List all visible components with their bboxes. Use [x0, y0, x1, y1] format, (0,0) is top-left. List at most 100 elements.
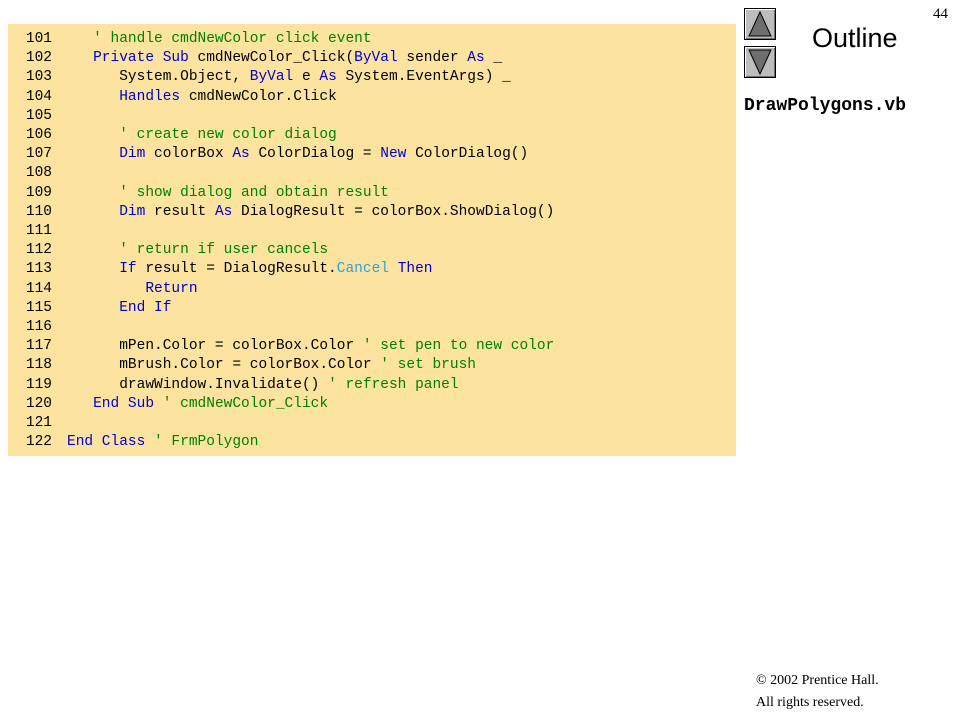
code-line: 104 Handles cmdNewColor.Click — [8, 88, 337, 107]
keyword-token: Then — [397, 261, 433, 278]
line-number: 122 — [25, 434, 52, 451]
file-name: DrawPolygons.vb — [744, 96, 907, 116]
line-number: 107 — [25, 146, 52, 163]
keyword-token: End Sub — [93, 395, 155, 412]
code-text: End Class ' FrmPolygon — [67, 433, 258, 452]
line-number: 106 — [25, 127, 52, 143]
code-listing: 101 ' handle cmdNewColor click event 102 … — [8, 24, 736, 456]
code-token: DialogResult = colorBox.ShowDialog() — [232, 203, 555, 220]
comment-token: ' handle cmdNewColor click event — [93, 31, 372, 47]
keyword-token: Dim — [119, 203, 146, 220]
code-line: 111 — [8, 222, 67, 241]
code-token: cmdNewColor_Click( — [188, 50, 355, 67]
keyword-token: As — [214, 203, 233, 220]
code-line: 101 ' handle cmdNewColor click event — [8, 30, 372, 49]
code-text: Dim result As DialogResult = colorBox.Sh… — [67, 203, 554, 222]
code-text: End If — [67, 299, 171, 318]
code-line: 102 Private Sub cmdNewColor_Click(ByVal … — [8, 49, 502, 68]
code-token: cmdNewColor.Click — [180, 88, 337, 105]
code-text: Handles cmdNewColor.Click — [67, 88, 337, 107]
code-line: 106 ' create new color dialog — [8, 126, 337, 145]
line-number: 119 — [25, 376, 52, 393]
next-slide-button[interactable] — [744, 46, 776, 78]
code-text: Dim colorBox As ColorDialog = New ColorD… — [67, 145, 528, 164]
keyword-token: As — [467, 50, 485, 67]
code-line: 108 — [8, 164, 67, 183]
code-text: Return — [67, 280, 198, 299]
copyright-notice: © 2002 Prentice Hall. All rights reserve… — [756, 670, 879, 714]
code-token: mBrush.Color = colorBox.Color — [119, 357, 381, 374]
code-line: 114 Return — [8, 280, 198, 299]
code-line: 113 If result = DialogResult.Cancel Then — [8, 260, 433, 279]
line-number: 117 — [25, 338, 52, 355]
code-text: System.Object, ByVal e As System.EventAr… — [67, 68, 511, 87]
code-token: colorBox — [145, 146, 233, 163]
code-token: System.EventArgs) _ — [336, 69, 511, 86]
member-token: Cancel — [336, 261, 389, 278]
code-line: 112 ' return if user cancels — [8, 241, 328, 260]
outline-title: Outline — [812, 23, 898, 53]
keyword-token: If — [119, 261, 137, 278]
code-token: drawWindow.Invalidate() — [119, 376, 329, 393]
comment-token: ' set pen to new color — [362, 338, 555, 355]
comment-token: ' return if user cancels — [119, 242, 329, 259]
keyword-token: End Class — [67, 434, 146, 451]
code-text: mBrush.Color = colorBox.Color ' set brus… — [67, 356, 476, 375]
line-number: 110 — [25, 203, 52, 220]
line-number: 115 — [25, 299, 52, 316]
keyword-token: End If — [119, 299, 172, 316]
line-number: 120 — [25, 395, 52, 412]
code-token: result = DialogResult. — [136, 261, 337, 278]
keyword-token: Return — [145, 280, 198, 297]
line-number: 112 — [25, 242, 52, 259]
code-token: e — [293, 69, 320, 86]
comment-token: ' show dialog and obtain result — [119, 184, 389, 201]
previous-slide-button[interactable] — [744, 8, 776, 40]
line-number: 121 — [25, 415, 52, 431]
code-line: 110 Dim result As DialogResult = colorBo… — [8, 203, 554, 222]
code-token: ColorDialog() — [406, 146, 529, 163]
comment-token: ' refresh panel — [328, 376, 459, 393]
copyright-line-1: © 2002 Prentice Hall. — [756, 673, 879, 688]
code-line: 109 ' show dialog and obtain result — [8, 184, 389, 203]
keyword-token: Handles — [119, 88, 181, 105]
keyword-token: ByVal — [249, 69, 294, 86]
line-number: 101 — [25, 31, 52, 47]
copyright-line-2: All rights reserved. — [756, 695, 864, 710]
keyword-token: As — [319, 69, 337, 86]
line-number: 105 — [25, 107, 52, 124]
line-number: 114 — [25, 280, 52, 297]
code-line: 121 — [8, 414, 67, 433]
code-line: 122 End Class ' FrmPolygon — [8, 433, 259, 452]
line-number: 108 — [25, 165, 52, 182]
line-number: 109 — [25, 184, 52, 201]
code-token: _ — [484, 50, 503, 67]
line-number: 103 — [25, 69, 52, 86]
code-text: Private Sub cmdNewColor_Click(ByVal send… — [67, 49, 502, 68]
triangle-down-icon — [748, 49, 772, 76]
code-line: 120 End Sub ' cmdNewColor_Click — [8, 395, 328, 414]
code-text: drawWindow.Invalidate() ' refresh panel — [67, 376, 459, 395]
code-token: mPen.Color = colorBox.Color — [119, 338, 363, 355]
line-number: 104 — [25, 88, 52, 105]
code-line: 118 mBrush.Color = colorBox.Color ' set … — [8, 356, 476, 375]
code-token: ColorDialog = — [249, 146, 381, 163]
code-line: 117 mPen.Color = colorBox.Color ' set pe… — [8, 337, 554, 356]
code-line: 119 drawWindow.Invalidate() ' refresh pa… — [8, 376, 459, 395]
code-text: mPen.Color = colorBox.Color ' set pen to… — [67, 337, 554, 356]
code-text: End Sub ' cmdNewColor_Click — [67, 395, 328, 414]
comment-token: ' set brush — [380, 357, 476, 374]
code-text: ' return if user cancels — [67, 241, 328, 260]
code-token: sender — [397, 50, 468, 67]
line-number: 116 — [25, 319, 52, 335]
slide-number: 44 — [933, 6, 948, 22]
keyword-token: New — [380, 146, 407, 163]
keyword-token: ByVal — [354, 50, 398, 67]
keyword-token: As — [232, 146, 250, 163]
code-line: 116 — [8, 318, 67, 337]
code-line: 107 Dim colorBox As ColorDialog = New Co… — [8, 145, 528, 164]
line-number: 111 — [25, 223, 52, 239]
